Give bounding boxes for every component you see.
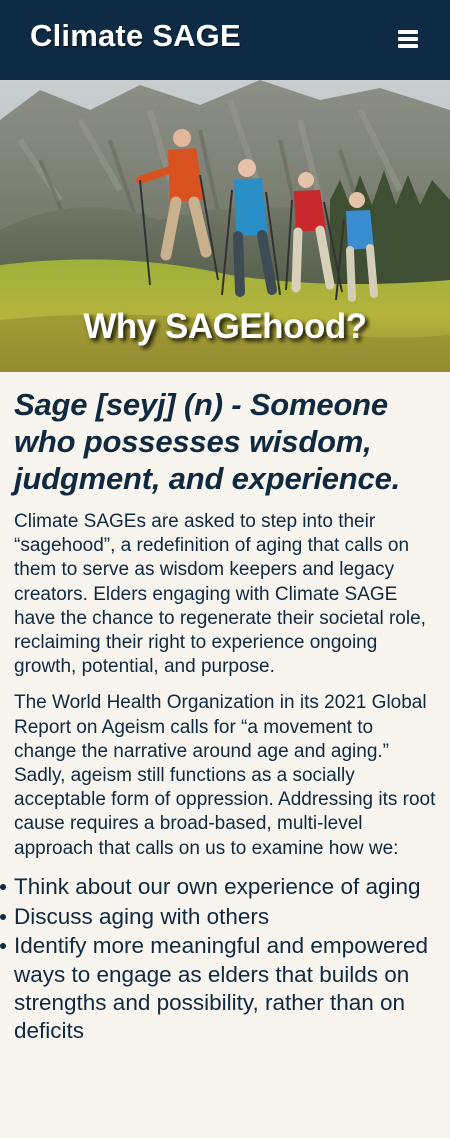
hero-title: Why SAGEhood?: [83, 307, 367, 346]
list-item-text: Discuss aging with others: [14, 903, 270, 929]
site-header: Climate SAGE: [0, 0, 450, 80]
site-logo-text[interactable]: Climate SAGE: [30, 18, 241, 54]
bullet-icon: [0, 913, 6, 920]
main-content: Sage [seyj] (n) - Someone who possesses …: [0, 372, 450, 1046]
list-item-text: Identify more meaningful and empowered w…: [14, 933, 428, 1044]
bullet-icon: [0, 883, 6, 890]
sage-definition: Sage [seyj] (n) - Someone who possesses …: [14, 387, 401, 496]
examine-list: Think about our own experience of aging …: [0, 873, 436, 1046]
hero-banner: Why SAGEhood?: [0, 80, 450, 372]
list-item: Discuss aging with others: [0, 903, 436, 931]
list-item: Identify more meaningful and empowered w…: [0, 932, 436, 1045]
list-item-text: Think about our own experience of aging: [14, 873, 421, 899]
hamburger-menu-icon[interactable]: [398, 30, 418, 49]
intro-paragraph: Climate SAGEs are asked to step into the…: [14, 511, 426, 678]
bullet-icon: [0, 943, 6, 950]
list-item: Think about our own experience of aging: [0, 873, 436, 901]
page: Climate SAGE Why SAGEhood? Sage [seyj] (…: [0, 0, 450, 1138]
who-paragraph: The World Health Organization in its 202…: [14, 692, 436, 859]
